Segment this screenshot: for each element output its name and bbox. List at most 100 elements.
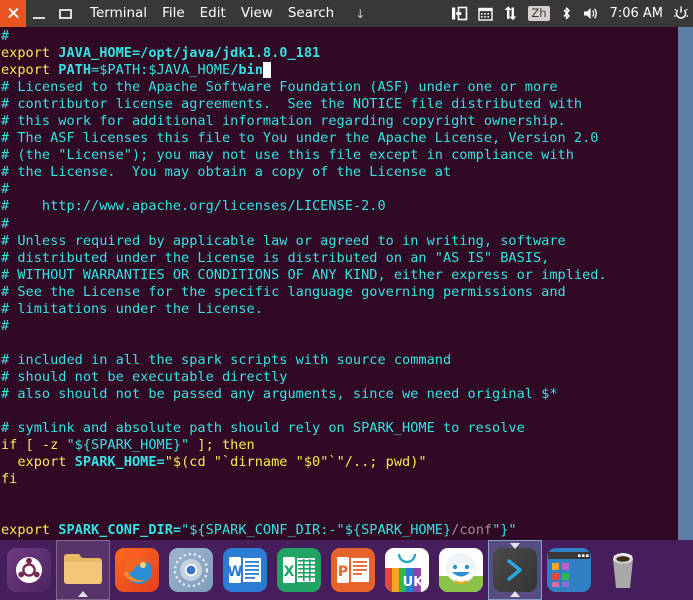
terminal-span: # http://www.apache.org/licenses/LICENSE… (1, 198, 386, 215)
dock-item-ubuntu-software-uk[interactable]: UK (380, 540, 434, 600)
dock-item-files[interactable] (56, 540, 110, 600)
terminal-span: # the License. You may obtain a copy of … (1, 164, 452, 181)
terminal-scrollbar-thumb[interactable] (679, 27, 692, 527)
bluetooth-icon[interactable] (560, 0, 573, 27)
dock-item-powerpoint[interactable]: P (326, 540, 380, 600)
network-updown-icon[interactable] (503, 0, 518, 27)
terminal-span: # should not be executable directly (1, 368, 288, 385)
terminal-span: SPARK_HOME (74, 454, 157, 471)
dock-item-word[interactable]: W (218, 540, 272, 600)
amazon-icon[interactable] (439, 548, 483, 592)
terminal-span: # this work for additional information r… (1, 113, 566, 130)
dock-item-trash[interactable] (596, 540, 650, 600)
terminal-span: export (1, 454, 75, 471)
dock-item-ubuntu-dash[interactable] (2, 540, 56, 600)
terminal-span: # (1, 181, 10, 198)
terminal-line: fi (1, 471, 677, 488)
terminal-span: "$(cd "`dirname "$0"`"/..; pwd)" (164, 454, 427, 471)
panel-toggle-icon[interactable] (451, 0, 468, 27)
terminal-window[interactable]: # export JAVA_HOME=/opt/java/jdk1.8.0_181… (0, 27, 693, 540)
window-controls (0, 0, 78, 27)
svg-text:P: P (338, 564, 348, 580)
powerpoint-icon[interactable]: P (331, 548, 375, 592)
terminal-span: # (the "License"); you may not use this … (1, 147, 574, 164)
running-indicator-icon (510, 591, 520, 597)
terminal-span: # symlink and absolute path should rely … (1, 420, 525, 437)
ubuntu-software-uk-icon[interactable]: UK (385, 548, 429, 592)
menu-item-file[interactable]: File (162, 0, 185, 27)
terminal-line: if [ -z "${SPARK_HOME}" ]; then (1, 437, 677, 454)
terminal-span: ]; then (189, 437, 255, 454)
terminal-line: export PATH=$PATH:$JAVA_HOME/bin (1, 62, 677, 79)
firefox-icon[interactable] (115, 548, 159, 592)
dock-item-rhythmbox[interactable] (164, 540, 218, 600)
terminal-line: export JAVA_HOME=/opt/java/jdk1.8.0_181 (1, 45, 677, 62)
terminal-line: # Licensed to the Apache Software Founda… (1, 79, 677, 96)
calendar-icon[interactable] (478, 0, 494, 27)
terminal-icon[interactable] (493, 548, 537, 592)
rhythmbox-icon[interactable] (169, 548, 213, 592)
top-panel: Terminal File Edit View Search ↓ Zh 7:06… (0, 0, 693, 27)
dock-item-excel[interactable]: X (272, 540, 326, 600)
maximize-icon[interactable] (52, 0, 78, 27)
terminal-line: # the License. You may obtain a copy of … (1, 164, 677, 181)
trash-icon[interactable] (601, 548, 645, 592)
volume-icon[interactable] (583, 0, 600, 27)
menu-item-search[interactable]: Search (288, 0, 334, 27)
minimize-icon[interactable] (26, 0, 52, 27)
terminal-line: # (the "License"); you may not use this … (1, 147, 677, 164)
excel-icon[interactable]: X (277, 548, 321, 592)
terminal-span: # Licensed to the Apache Software Founda… (1, 79, 558, 96)
app-grid-icon[interactable] (547, 548, 591, 592)
dock-item-amazon[interactable] (434, 540, 488, 600)
terminal-span: fi (1, 471, 18, 488)
system-tray: Zh 7:06 AM (451, 0, 689, 27)
terminal-line: # distributed under the License is distr… (1, 250, 677, 267)
terminal-line: # Unless required by applicable law or a… (1, 233, 677, 250)
terminal-span: # (1, 215, 10, 232)
dock-item-app-grid[interactable] (542, 540, 596, 600)
clock[interactable]: 7:06 AM (610, 6, 663, 21)
dock-item-terminal[interactable] (488, 540, 542, 600)
terminal-span: "${SPARK_HOME}" (66, 437, 190, 454)
close-icon[interactable] (0, 0, 26, 27)
terminal-line: # See the License for the specific langu… (1, 284, 677, 301)
terminal-span: # See the License for the specific langu… (1, 283, 566, 300)
svg-text:UK: UK (403, 575, 425, 590)
terminal-line: export SPARK_HOME="$(cd "`dirname "$0"`"… (1, 454, 677, 471)
input-method-indicator[interactable]: Zh (528, 6, 550, 21)
terminal-span: # contributor license agreements. See th… (1, 96, 583, 113)
text-cursor (262, 62, 272, 79)
terminal-scrollbar[interactable] (678, 27, 693, 540)
terminal-span: export (1, 62, 59, 79)
power-gear-icon[interactable] (673, 0, 689, 27)
ubuntu-dash-icon[interactable] (7, 548, 51, 592)
terminal-line: # contributor license agreements. See th… (1, 96, 677, 113)
svg-text:X: X (284, 564, 295, 580)
terminal-span: /bin (230, 62, 263, 79)
svg-text:W: W (228, 564, 243, 580)
terminal-span: # (1, 28, 10, 44)
focused-indicator-icon (510, 543, 520, 549)
terminal-span: PATH (58, 62, 92, 79)
terminal-line: # limitations under the License. (1, 301, 677, 318)
terminal-line: # also should not be passed any argument… (1, 386, 677, 403)
terminal-span: # included in all the spark scripts with… (1, 351, 452, 368)
dock-item-firefox[interactable] (110, 540, 164, 600)
terminal-span: JAVA_HOME (58, 45, 132, 62)
word-icon[interactable]: W (223, 548, 267, 592)
menu-item-edit[interactable]: Edit (200, 0, 226, 27)
terminal-span: = (156, 454, 165, 471)
running-indicator-icon (78, 591, 88, 597)
terminal-line: # (1, 318, 677, 335)
terminal-span: if [ -z (1, 437, 67, 454)
menu-item-terminal[interactable]: Terminal (90, 0, 147, 27)
menu-overflow-arrow-icon[interactable]: ↓ (355, 7, 365, 21)
terminal-span: # Unless required by applicable law or a… (1, 232, 566, 249)
files-icon[interactable] (61, 548, 105, 592)
desktop-screen: Terminal File Edit View Search ↓ Zh 7:06… (0, 0, 693, 600)
menu-item-view[interactable]: View (241, 0, 273, 27)
